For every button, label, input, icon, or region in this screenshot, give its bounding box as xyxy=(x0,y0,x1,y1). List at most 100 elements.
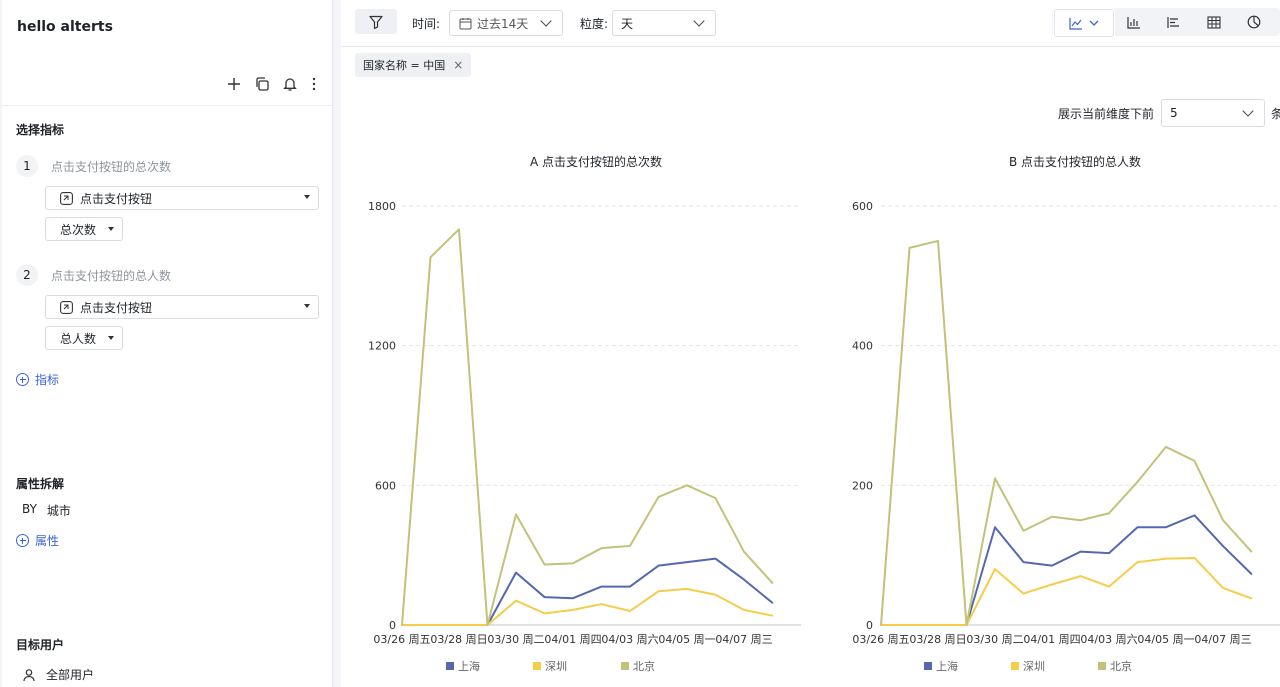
y-tick-label: 0 xyxy=(389,619,396,632)
aggregation-select[interactable]: 总人数 xyxy=(45,326,123,350)
series-line-北京 xyxy=(401,228,774,626)
series-line-深圳 xyxy=(402,587,773,626)
data-point xyxy=(600,585,603,588)
data-point xyxy=(486,624,489,626)
add-circle-icon xyxy=(16,373,29,386)
divider xyxy=(2,105,332,106)
chevron-down-icon xyxy=(1089,20,1099,26)
data-point xyxy=(880,624,882,626)
top-toolbar: 时间: 过去14天 粒度: 天 xyxy=(341,0,1280,47)
granularity-select[interactable]: 天 xyxy=(612,10,716,36)
x-tick-label: 03/28 周日 xyxy=(430,633,487,646)
data-point xyxy=(714,497,717,499)
event-select[interactable]: 点击支付按钮 xyxy=(45,186,319,210)
data-point xyxy=(543,563,546,566)
data-point xyxy=(429,624,432,626)
data-point xyxy=(543,612,546,615)
data-point xyxy=(1022,529,1025,532)
chevron-down-icon xyxy=(693,15,705,27)
data-point xyxy=(572,562,574,565)
metric-name[interactable]: 点击支付按钮的总次数 xyxy=(51,158,171,175)
x-tick-label: 03/30 周二 xyxy=(487,633,544,646)
data-point xyxy=(1051,515,1053,518)
legend-label: 深圳 xyxy=(1023,660,1045,673)
data-point xyxy=(429,256,432,259)
breakdown-by-label: BY xyxy=(22,502,37,516)
table-view-button[interactable] xyxy=(1194,9,1234,35)
data-point xyxy=(1136,561,1139,563)
legend-swatch xyxy=(1098,662,1106,670)
data-point xyxy=(743,578,745,581)
data-point xyxy=(994,477,996,480)
metric-name[interactable]: 点击支付按钮的总人数 xyxy=(51,267,171,284)
filter-button[interactable] xyxy=(355,9,397,34)
event-icon xyxy=(60,191,73,205)
data-point xyxy=(771,614,774,617)
add-circle-icon xyxy=(16,534,29,547)
bar-chart-view-button[interactable] xyxy=(1114,9,1154,35)
caret-down-icon xyxy=(108,227,114,231)
time-range-value: 过去14天 xyxy=(477,16,529,31)
data-point xyxy=(1051,583,1053,586)
x-tick-label: 04/03 周六 xyxy=(601,633,658,646)
aggregation-select[interactable]: 总次数 xyxy=(45,217,123,241)
target-users-value: 全部用户 xyxy=(46,668,95,682)
legend-swatch xyxy=(621,662,629,670)
data-point xyxy=(1108,552,1110,554)
data-point xyxy=(937,624,939,626)
time-range-select[interactable]: 过去14天 xyxy=(449,10,563,36)
data-point xyxy=(1193,460,1196,462)
horizontal-bar-view-button[interactable] xyxy=(1154,9,1194,35)
series-line-深圳 xyxy=(881,556,1252,626)
data-point xyxy=(994,526,996,529)
bell-icon[interactable] xyxy=(280,74,300,94)
data-point xyxy=(714,593,717,596)
y-tick-label: 0 xyxy=(866,619,873,632)
data-point xyxy=(543,596,546,598)
event-select[interactable]: 点击支付按钮 xyxy=(45,295,319,319)
plus-icon[interactable] xyxy=(224,74,244,94)
series-line-上海 xyxy=(402,557,774,626)
report-title[interactable]: hello alterts xyxy=(17,19,113,35)
bar-chart-icon xyxy=(1127,16,1140,29)
data-point xyxy=(629,610,631,612)
data-point xyxy=(1250,550,1253,553)
legend-swatch xyxy=(533,662,541,670)
data-point xyxy=(629,545,631,547)
data-point xyxy=(600,603,603,605)
data-point xyxy=(515,599,517,602)
data-point xyxy=(1165,557,1167,560)
series-line-北京 xyxy=(880,239,1253,626)
data-point xyxy=(1222,587,1224,589)
x-tick-label: 04/01 周四 xyxy=(1023,633,1080,646)
data-point xyxy=(994,568,996,570)
data-point xyxy=(1193,514,1196,517)
add-property-button[interactable]: 属性 xyxy=(16,532,59,549)
data-point xyxy=(572,597,574,600)
data-point xyxy=(1022,592,1025,595)
add-metric-button[interactable]: 指标 xyxy=(16,371,59,388)
line-chart-view-button[interactable] xyxy=(1054,9,1114,37)
legend-label: 深圳 xyxy=(545,660,567,673)
x-tick-label: 03/28 周日 xyxy=(909,633,966,646)
user-icon xyxy=(23,668,35,681)
pie-view-button[interactable] xyxy=(1234,9,1274,35)
target-users-row[interactable]: 全部用户 xyxy=(22,666,94,683)
data-point xyxy=(1193,557,1196,559)
data-point xyxy=(401,624,403,626)
copy-icon[interactable] xyxy=(252,74,272,94)
data-point xyxy=(1250,597,1253,600)
view-switcher xyxy=(1054,9,1274,37)
data-point xyxy=(771,582,774,584)
data-point xyxy=(515,571,517,574)
add-property-label: 属性 xyxy=(35,534,60,548)
legend-label: 北京 xyxy=(1110,659,1132,673)
time-label: 时间: xyxy=(412,17,441,31)
caret-down-icon xyxy=(304,195,310,199)
breakdown-row[interactable]: BY 城市 xyxy=(22,502,71,519)
y-tick-label: 600 xyxy=(852,200,873,213)
metric-index: 1 xyxy=(16,155,38,177)
more-icon[interactable] xyxy=(308,74,320,94)
data-point xyxy=(1022,561,1025,563)
legend-label: 上海 xyxy=(458,659,480,673)
